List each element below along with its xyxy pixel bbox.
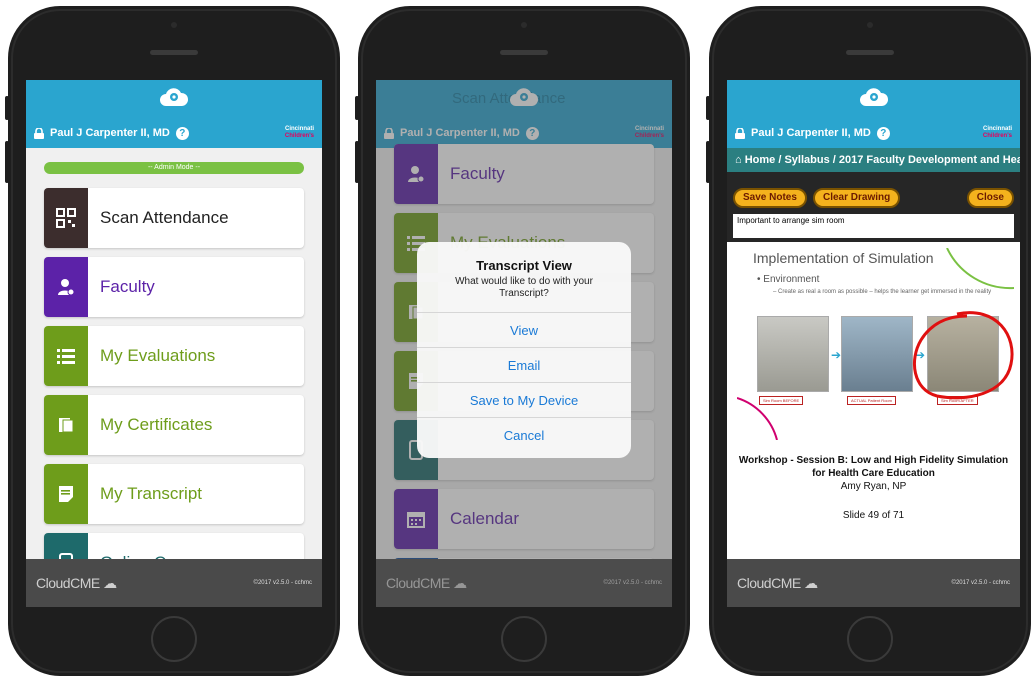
- home-button[interactable]: [151, 616, 197, 662]
- lock-icon: [34, 127, 44, 139]
- menu-item-label: My Certificates: [100, 415, 213, 434]
- phone-frame: Scan Attendance Paul J Carpenter II, MD …: [355, 6, 690, 676]
- email-option-button[interactable]: Email: [417, 347, 631, 382]
- home-button[interactable]: [501, 616, 547, 662]
- session-title: Workshop - Session B: Low and High Fidel…: [738, 455, 1009, 479]
- footer-brand: CloudCME ☁: [737, 574, 818, 591]
- transcript-icon: [44, 464, 88, 524]
- footer-brand: CloudCME ☁: [36, 574, 117, 591]
- photo-actual-patient-room: [841, 316, 913, 392]
- session-info: Workshop - Session B: Low and High Fidel…: [727, 454, 1020, 521]
- slide-image[interactable]: Implementation of Simulation • Environme…: [737, 248, 1014, 440]
- slide-bullet: • Environment: [757, 274, 820, 285]
- cloud-logo-icon: [160, 88, 189, 106]
- list-icon: [44, 326, 88, 386]
- app-header: Paul J Carpenter II, MD ? Cincinnati Chil…: [727, 80, 1020, 148]
- front-camera: [521, 22, 527, 28]
- save-to-device-button[interactable]: Save to My Device: [417, 382, 631, 417]
- slide-sub-bullet: – Create as real a room as possible – he…: [773, 289, 992, 295]
- footer-version: ©2017 v2.5.0 - cchmc: [951, 580, 1010, 586]
- clear-drawing-button[interactable]: Clear Drawing: [813, 188, 901, 208]
- save-notes-button[interactable]: Save Notes: [733, 188, 807, 208]
- view-option-button[interactable]: View: [417, 312, 631, 347]
- phone-frame: Paul J Carpenter II, MD ? Cincinnati Chil…: [5, 6, 340, 676]
- certificate-icon: [44, 395, 88, 455]
- dialog-message: What would like to do with your Transcri…: [455, 276, 593, 299]
- hospital-logo: Cincinnati Children's: [982, 126, 1012, 139]
- user-name[interactable]: Paul J Carpenter II, MD: [50, 127, 170, 139]
- menu-item-label: My Evaluations: [100, 346, 216, 365]
- front-camera: [867, 22, 873, 28]
- front-camera: [171, 22, 177, 28]
- session-author: Amy Ryan, NP: [840, 481, 907, 492]
- notes-input[interactable]: Important to arrange sim room: [733, 214, 1014, 238]
- app-header: Paul J Carpenter II, MD ? Cincinnati Chil…: [26, 80, 322, 148]
- cancel-button[interactable]: Cancel: [417, 417, 631, 452]
- hospital-logo: Cincinnati Children's: [284, 126, 314, 139]
- admin-mode-banner: -- Admin Mode --: [44, 162, 304, 174]
- app-footer: CloudCME ☁ ©2017 v2.5.0 - cchmc: [26, 559, 322, 607]
- transcript-dialog: Transcript View What would like to do wi…: [417, 242, 631, 458]
- menu-item-faculty[interactable]: Faculty: [44, 257, 304, 317]
- user-name[interactable]: Paul J Carpenter II, MD: [751, 127, 871, 139]
- speaker-grille: [500, 50, 548, 55]
- speaker-grille: [150, 50, 198, 55]
- slide-heading: Implementation of Simulation: [753, 250, 934, 266]
- app-footer: CloudCME ☁ ©2017 v2.5.0 - cchmc: [727, 559, 1020, 607]
- home-button[interactable]: [847, 616, 893, 662]
- help-icon[interactable]: ?: [876, 126, 890, 140]
- slide-counter: Slide 49 of 71: [842, 510, 905, 521]
- caption-actual: ACTUAL Patient Room: [847, 396, 896, 405]
- cloud-logo-icon: [859, 88, 888, 106]
- menu-item-label: Scan Attendance: [100, 208, 229, 227]
- help-icon[interactable]: ?: [175, 126, 189, 140]
- menu-item-scan-attendance[interactable]: Scan Attendance: [44, 188, 304, 248]
- menu-item-my-transcript[interactable]: My Transcript: [44, 464, 304, 524]
- screen-main-menu: Paul J Carpenter II, MD ? Cincinnati Chil…: [26, 80, 322, 607]
- arrow-icon: ➔: [831, 348, 842, 362]
- home-icon[interactable]: ⌂: [735, 154, 742, 166]
- menu-item-label: Faculty: [100, 277, 155, 296]
- speaker-grille: [846, 50, 894, 55]
- menu-item-my-certificates[interactable]: My Certificates: [44, 395, 304, 455]
- lock-icon: [735, 127, 745, 139]
- faculty-icon: [44, 257, 88, 317]
- red-annotation-circle: [912, 311, 1014, 400]
- photo-sim-room-before: [757, 316, 829, 392]
- close-button[interactable]: Close: [966, 188, 1014, 208]
- menu-item-my-evaluations[interactable]: My Evaluations: [44, 326, 304, 386]
- notes-toolbar: Save Notes Clear Drawing Close Important…: [727, 172, 1020, 242]
- qr-code-icon: [44, 188, 88, 248]
- breadcrumb[interactable]: ⌂ Home / Syllabus / 2017 Faculty Develop…: [727, 148, 1020, 172]
- screen-slide-viewer: Paul J Carpenter II, MD ? Cincinnati Chil…: [727, 80, 1020, 607]
- dialog-title: Transcript View: [476, 258, 572, 273]
- caption-before: Sim Room BEFORE: [759, 396, 804, 405]
- screen-transcript-dialog: Scan Attendance Paul J Carpenter II, MD …: [376, 80, 672, 607]
- menu-item-label: My Transcript: [100, 484, 203, 503]
- phone-frame: Paul J Carpenter II, MD ? Cincinnati Chil…: [706, 6, 1031, 676]
- footer-version: ©2017 v2.5.0 - cchmc: [253, 580, 312, 586]
